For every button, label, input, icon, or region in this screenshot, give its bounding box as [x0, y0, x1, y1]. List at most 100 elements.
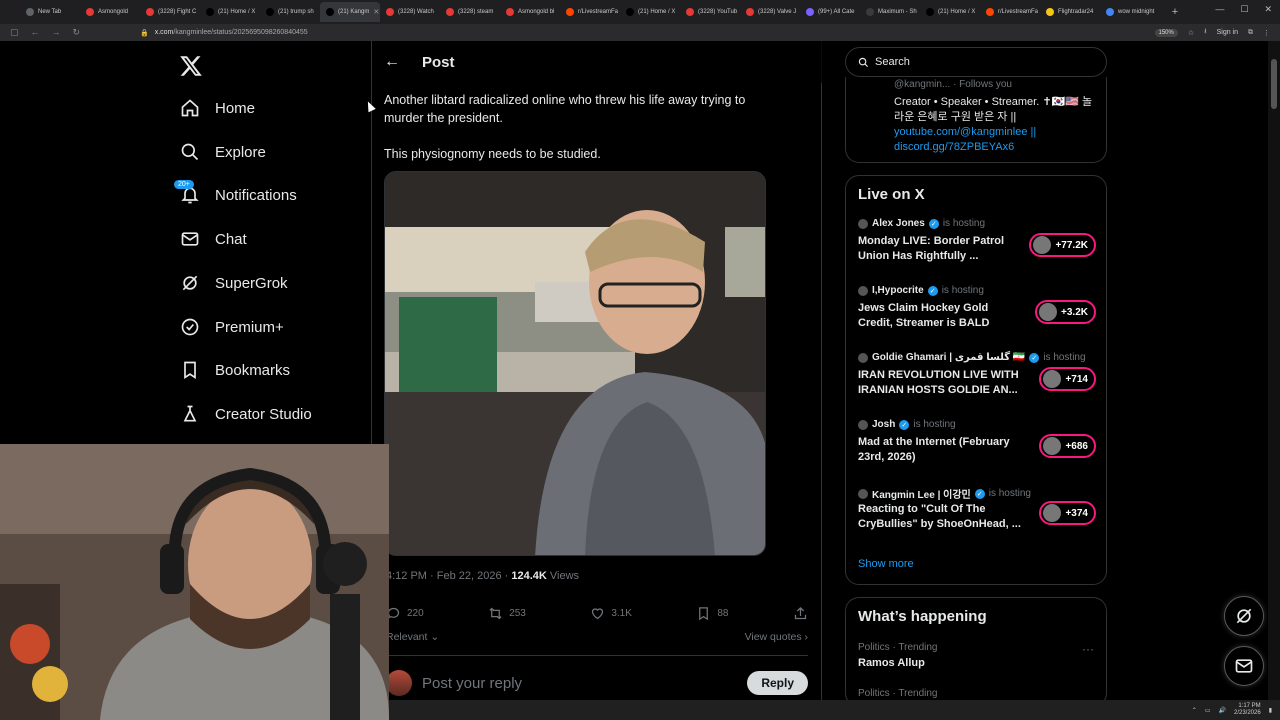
tab-close-icon[interactable]: ✕: [373, 8, 379, 16]
browser-tab[interactable]: (21) Kangm ✕: [320, 2, 380, 22]
back-arrow-icon[interactable]: ←: [384, 53, 400, 71]
avatar: [858, 488, 868, 499]
maximize-icon[interactable]: ☐: [1240, 4, 1248, 15]
bookmark-action[interactable]: 88: [696, 606, 728, 621]
live-listeners-pill[interactable]: +77.2K: [1029, 233, 1096, 257]
menu-icon[interactable]: ⋮: [1263, 29, 1270, 37]
live-host-row: Kangmin Lee | 이강민 ✓ is hosting: [858, 486, 1031, 501]
close-icon[interactable]: ✕: [1264, 4, 1272, 15]
address-bar: ▢ ← → ↻ 🔒 x.com/kangminlee/status/202569…: [0, 24, 1280, 41]
live-host-name: I,Hypocrite: [872, 285, 924, 296]
volume-icon[interactable]: 🔊: [1219, 707, 1226, 714]
profile-link-youtube[interactable]: youtube.com/@kangminlee ||: [894, 125, 1099, 140]
live-item[interactable]: I,Hypocrite ✓ is hosting Jews Claim Hockey …: [858, 285, 1098, 345]
new-tab-button[interactable]: +: [1168, 6, 1182, 18]
browser-tab[interactable]: (3228) Fight C: [140, 2, 200, 22]
share-action[interactable]: [793, 606, 808, 621]
windows-taskbar: ⌃ ▭ 🔊 1:17 PM 2/23/2026 ▮: [389, 700, 1280, 720]
browser-tab[interactable]: (21) Home / X: [200, 2, 260, 22]
nav-item-bookmarks[interactable]: Bookmarks: [180, 355, 290, 385]
browser-tab[interactable]: (3228) Watch: [380, 2, 440, 22]
messages-float-button[interactable]: [1224, 646, 1264, 686]
trend-name[interactable]: Ramos Allup: [858, 657, 925, 669]
chevron-right-icon: ›: [804, 631, 809, 643]
reload-icon[interactable]: ↻: [73, 27, 81, 38]
sidebar-toggle-icon[interactable]: ▢: [10, 27, 19, 38]
browser-tab[interactable]: Asmongold bl: [500, 2, 560, 22]
browser-tab[interactable]: (21) Home / X: [920, 2, 980, 22]
browser-tab[interactable]: (21) Home / X: [620, 2, 680, 22]
nav-item-creator-studio[interactable]: Creator Studio: [180, 399, 312, 429]
verified-icon: ✓: [1029, 352, 1040, 363]
taskbar-clock[interactable]: 1:17 PM 2/23/2026: [1234, 703, 1261, 717]
window-controls: — ☐ ✕: [1215, 4, 1272, 15]
scrollbar-thumb[interactable]: [1271, 59, 1277, 109]
page-scrollbar[interactable]: [1268, 41, 1280, 700]
live-listeners-pill[interactable]: +374: [1039, 501, 1096, 525]
url-field[interactable]: 🔒 x.com/kangminlee/status/20256950982608…: [140, 26, 1155, 39]
browser-tab[interactable]: (21) trump sh: [260, 2, 320, 22]
browser-tab[interactable]: (3228) Valve J: [740, 2, 800, 22]
repost-action[interactable]: 253: [488, 606, 526, 621]
profile-bio-text: Creator • Speaker • Streamer. ✝🇰🇷🇺🇸 놀라운 …: [894, 96, 1093, 123]
nav-item-supergrok[interactable]: SuperGrok: [180, 268, 288, 298]
live-listeners-pill[interactable]: +3.2K: [1035, 300, 1096, 324]
browser-tab[interactable]: Flightradar24: [1040, 2, 1100, 22]
post-time[interactable]: 4:12 PM · Feb 22, 2026: [386, 570, 502, 582]
tab-label: (21) Home / X: [638, 9, 676, 15]
live-item[interactable]: Josh ✓ is hosting Mad at the Internet (Febr…: [858, 419, 1098, 479]
download-icon[interactable]: ⭳: [1204, 27, 1206, 38]
search-input[interactable]: Search: [845, 47, 1107, 77]
browser-tab[interactable]: r/LivestreamFa: [980, 2, 1040, 22]
network-icon[interactable]: ▭: [1205, 707, 1211, 714]
browser-tab[interactable]: (3228) YouTub: [680, 2, 740, 22]
live-listeners-pill[interactable]: +686: [1039, 434, 1096, 458]
repost-icon: [489, 607, 502, 620]
browser-tab[interactable]: Asmongold: [80, 2, 140, 22]
profile-link-discord[interactable]: discord.gg/78ZPBEYAx6: [894, 140, 1099, 155]
tab-label: (3228) Valve J: [758, 9, 797, 15]
verified-icon: [181, 318, 199, 336]
x-logo-icon[interactable]: [179, 54, 203, 78]
browser-tab[interactable]: wow midnight: [1100, 2, 1160, 22]
tray-chevron-icon[interactable]: ⌃: [1192, 707, 1197, 714]
notification-center-icon[interactable]: ▮: [1269, 707, 1272, 714]
show-more-link[interactable]: Show more: [858, 558, 914, 570]
live-listeners-pill[interactable]: +714: [1039, 367, 1096, 391]
browser-tab[interactable]: (99+) All Cate: [800, 2, 860, 22]
hosting-label: is hosting: [988, 488, 1031, 499]
nav-item-notifications[interactable]: 20+ Notifications: [174, 180, 297, 210]
reply-input[interactable]: Post your reply: [422, 675, 737, 692]
heart-icon: [592, 608, 604, 620]
sign-in-button[interactable]: Sign in: [1217, 29, 1238, 36]
nav-item-home[interactable]: Home: [180, 93, 255, 123]
grok-float-button[interactable]: [1224, 596, 1264, 636]
live-item[interactable]: Alex Jones ✓ is hosting Monday LIVE: Border…: [858, 218, 1098, 278]
post-image[interactable]: [384, 171, 766, 556]
forward-icon[interactable]: →: [52, 27, 61, 38]
zoom-level[interactable]: 150%: [1154, 28, 1178, 37]
back-icon[interactable]: ←: [31, 27, 40, 38]
nav-item-chat[interactable]: Chat: [180, 224, 247, 254]
browser-tab[interactable]: (3228) steam: [440, 2, 500, 22]
reply-action[interactable]: 220: [386, 606, 424, 621]
avatar: [386, 670, 412, 696]
nav-item-premium[interactable]: Premium+: [180, 312, 284, 342]
browser-tab[interactable]: New Tab: [20, 2, 80, 22]
browser-tab[interactable]: r/LivestreamFa: [560, 2, 620, 22]
minimize-icon[interactable]: —: [1215, 4, 1224, 15]
more-options-icon[interactable]: ···: [1082, 642, 1094, 656]
sort-dropdown[interactable]: Relevant ⌄: [386, 631, 439, 643]
browser-tab[interactable]: Maximum - Sh: [860, 2, 920, 22]
view-quotes-link[interactable]: View quotes ›: [745, 631, 808, 643]
post-header: ← Post: [372, 41, 822, 83]
like-action[interactable]: 3.1K: [590, 606, 632, 621]
live-item[interactable]: Kangmin Lee | 이강민 ✓ is hosting Reacting to …: [858, 486, 1098, 546]
reply-button[interactable]: Reply: [747, 671, 808, 695]
star-icon[interactable]: ☆: [1188, 29, 1194, 37]
tab-label: (21) Home / X: [938, 9, 976, 15]
nav-item-explore[interactable]: Explore: [180, 137, 266, 167]
tab-favicon-icon: [866, 8, 874, 16]
live-item[interactable]: Goldie Ghamari | گلسا قمری 🇮🇷 ✓ is hosting…: [858, 352, 1098, 412]
extensions-icon[interactable]: ⧉: [1248, 29, 1253, 37]
